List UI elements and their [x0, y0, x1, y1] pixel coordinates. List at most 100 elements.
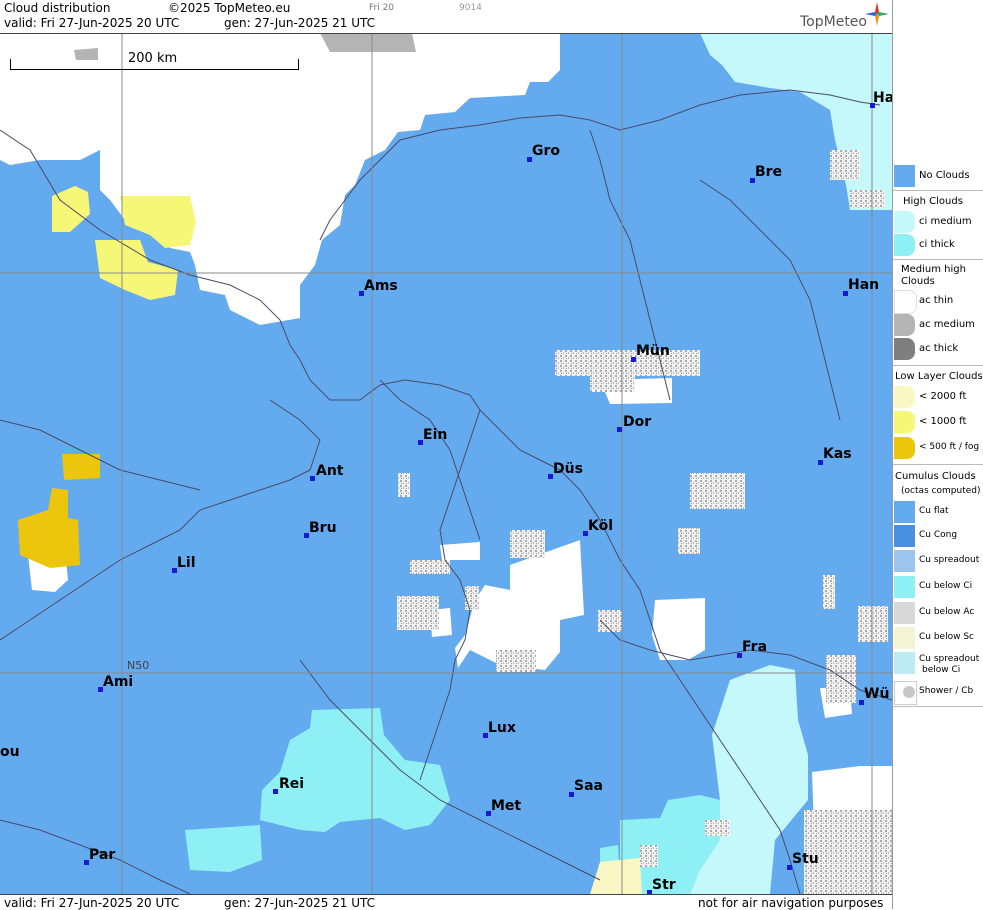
city-label: Stu: [792, 851, 819, 867]
legend-label: < 2000 ft: [919, 391, 967, 402]
city-label: Dor: [623, 414, 652, 430]
legend-label: Cu below Ci: [919, 581, 973, 591]
cu-below-ci-swatch: [894, 576, 915, 598]
legend-heading-cumulus: Cumulus Clouds: [895, 471, 976, 482]
cu-below-sc-swatch: [894, 627, 915, 649]
cu-flat-swatch: [894, 501, 915, 523]
legend-cu-spread-below-ci: Cu spreadout below Ci: [893, 652, 983, 676]
map-footer: valid: Fri 27-Jun-2025 20 UTC gen: 27-Ju…: [0, 894, 892, 910]
cu-cong-swatch: [894, 525, 915, 547]
gen-time: gen: 27-Jun-2025 21 UTC: [224, 16, 376, 30]
city-label: ou: [0, 744, 20, 760]
no-clouds-swatch: [894, 165, 915, 187]
legend-cu-below-ci: Cu below Ci: [893, 576, 983, 600]
city-label: Ams: [364, 278, 398, 294]
legend-label: Cu below Sc: [919, 632, 974, 642]
cu-spread-swatch: [894, 550, 915, 572]
city-marker: [617, 427, 622, 432]
legend-label: < 1000 ft: [919, 416, 967, 427]
ci-medium-swatch: [894, 211, 915, 233]
city-label: Par: [89, 847, 116, 863]
legend-cu-cong: Cu Cong: [893, 525, 983, 549]
legend-label: No Clouds: [919, 170, 970, 181]
legend-label: ci thick: [919, 239, 955, 250]
latitude-label: N50: [127, 659, 150, 672]
scale-label: 200 km: [128, 51, 178, 66]
legend-label: ac medium: [919, 319, 975, 330]
compass-logo-icon: [865, 2, 889, 26]
city-marker: [310, 476, 315, 481]
legend-cumulus-note: (octas computed): [901, 486, 981, 496]
legend-label: Cu spreadout: [919, 555, 980, 565]
ac-medium-area: [320, 33, 416, 52]
cu-below-ac-swatch: [894, 602, 915, 624]
city-label: Kas: [823, 446, 852, 462]
footer-gen-time: gen: 27-Jun-2025 21 UTC: [224, 896, 376, 910]
legend-label: Shower / Cb: [919, 686, 974, 696]
low-1000-swatch: [894, 411, 915, 433]
city-label: Lil: [177, 555, 196, 571]
shower-swatch: [894, 681, 917, 705]
legend-label: Cu spreadout: [919, 654, 980, 664]
legend-low-500: < 500 ft / fog: [893, 437, 983, 461]
run-code: 9014: [459, 3, 482, 13]
city-label: Rei: [279, 776, 305, 792]
legend-label: < 500 ft / fog: [919, 442, 980, 452]
legend-label: Cu flat: [919, 506, 949, 516]
map-header: Cloud distribution ©2025 TopMeteo.eu Fri…: [0, 0, 892, 34]
city-label: Mün: [636, 343, 670, 359]
low-500-swatch: [894, 437, 915, 459]
legend-heading-medium: Medium high Clouds: [901, 264, 966, 287]
cloud-legend: No Clouds High Clouds ci medium ci thick…: [892, 0, 983, 909]
navigation-notice: not for air navigation purposes: [698, 896, 884, 910]
city-label: Ha: [873, 90, 892, 106]
city-label: Gro: [532, 143, 561, 159]
city-label: Str: [652, 877, 676, 893]
city-label: Fra: [742, 639, 768, 655]
copyright: ©2025 TopMeteo.eu: [168, 1, 291, 15]
legend-shower: Shower / Cb: [893, 681, 983, 705]
ci-thick-swatch: [894, 234, 915, 256]
legend-low-1000: < 1000 ft: [893, 411, 983, 435]
legend-label: ac thin: [919, 295, 954, 306]
city-label: Ami: [103, 674, 134, 690]
city-label: Met: [491, 798, 522, 814]
map-canvas: [0, 33, 892, 894]
ac-medium-swatch: [894, 314, 915, 336]
legend-label: Cu Cong: [919, 530, 958, 540]
footer-valid-time: valid: Fri 27-Jun-2025 20 UTC: [4, 896, 180, 910]
legend-cu-below-ac: Cu below Ac: [893, 602, 983, 626]
city-label: Ant: [316, 463, 344, 479]
legend-label: ci medium: [919, 216, 972, 227]
map-title: Cloud distribution: [4, 1, 111, 15]
city-label: Köl: [588, 518, 614, 534]
city-label: Bre: [755, 164, 783, 180]
city-label: Saa: [574, 778, 603, 794]
legend-no-clouds: No Clouds: [893, 165, 983, 189]
time-slot: Fri 20: [369, 3, 395, 13]
low-2000-swatch: [894, 386, 915, 408]
legend-label: below Ci: [922, 665, 961, 675]
legend-cu-spread: Cu spreadout: [893, 550, 983, 574]
brand-name: TopMeteo: [800, 14, 867, 30]
cu-spread-below-ci-swatch: [894, 652, 915, 674]
city-label: Ein: [423, 427, 448, 443]
legend-ci-thick: ci thick: [893, 234, 983, 258]
city-marker: [273, 789, 278, 794]
legend-heading-low: Low Layer Clouds: [895, 371, 983, 382]
legend-heading-high: High Clouds: [903, 196, 963, 207]
ac-thick-swatch: [894, 338, 915, 360]
legend-ac-thick: ac thick: [893, 338, 983, 362]
legend-ac-medium: ac medium: [893, 314, 983, 338]
legend-cu-flat: Cu flat: [893, 501, 983, 525]
city-label: Han: [848, 277, 880, 293]
ac-thin-swatch: [894, 290, 917, 314]
city-label: Düs: [553, 461, 583, 477]
city-label: Bru: [309, 520, 337, 536]
legend-ci-medium: ci medium: [893, 211, 983, 235]
legend-label: ac thick: [919, 343, 959, 354]
legend-cu-below-sc: Cu below Sc: [893, 627, 983, 651]
legend-low-2000: < 2000 ft: [893, 386, 983, 410]
legend-ac-thin: ac thin: [893, 290, 983, 314]
cloud-map[interactable]: 200 km N50 Ha Gro Bre Ams Han Mün Dor Ei…: [0, 33, 892, 894]
